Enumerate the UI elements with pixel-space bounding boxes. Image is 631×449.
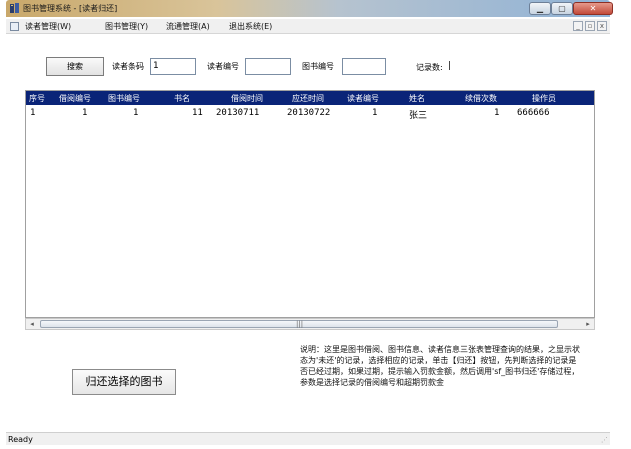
status-bar: Ready ⋰ <box>6 432 610 445</box>
reader-barcode-input[interactable]: 1 <box>150 58 196 75</box>
column-header-due-date[interactable]: 应还时间 <box>292 93 324 104</box>
app-icon <box>10 3 19 13</box>
column-header-reader-id[interactable]: 读者编号 <box>347 93 379 104</box>
cell-operator: 666666 <box>517 108 550 118</box>
explanation-note: 说明：这里是图书借阅、图书信息、读者信息三张表管理查询的结果，之显示状态为'未还… <box>300 345 580 387</box>
grid-header: 序号 借阅编号 图书编号 书名 借阅时间 应还时间 读者编号 姓名 续借次数 操… <box>26 91 594 105</box>
mdi-close-icon[interactable]: x <box>597 21 607 31</box>
scroll-right-icon[interactable]: ▸ <box>582 319 594 329</box>
record-count-label: 记录数: <box>416 63 443 72</box>
horizontal-scrollbar[interactable]: ◂ ||| ▸ <box>25 318 595 330</box>
title-bar: 图书管理系统 - [读者归还] ▁ ▢ ✕ <box>6 0 613 17</box>
search-button[interactable]: 搜索 <box>46 57 104 76</box>
cell-book-title: 11 <box>192 108 203 118</box>
column-header-renew-count[interactable]: 续借次数 <box>465 93 497 104</box>
cell-name: 张三 <box>409 111 428 121</box>
scroll-left-icon[interactable]: ◂ <box>26 319 38 329</box>
menu-book-management[interactable]: 图书管理(Y) <box>105 21 148 32</box>
document-icon[interactable] <box>10 22 19 31</box>
mdi-restore-icon[interactable]: ▫ <box>585 21 595 31</box>
reader-id-input[interactable] <box>245 58 291 75</box>
maximize-button[interactable]: ▢ <box>551 2 573 15</box>
scrollbar-grip-icon: ||| <box>296 320 304 328</box>
menu-bar: 读者管理(W) 图书管理(Y) 流通管理(A) 退出系统(E) _ ▫ x <box>6 19 610 34</box>
column-header-borrow-date[interactable]: 借阅时间 <box>231 93 263 104</box>
menu-exit-system[interactable]: 退出系统(E) <box>229 21 272 32</box>
cell-borrow-id: 1 <box>82 108 88 118</box>
cell-reader-id: 1 <box>372 108 378 118</box>
column-header-operator[interactable]: 操作员 <box>532 93 556 104</box>
maximize-icon: ▢ <box>558 4 566 13</box>
borrow-records-grid[interactable]: 序号 借阅编号 图书编号 书名 借阅时间 应还时间 读者编号 姓名 续借次数 操… <box>25 90 595 318</box>
minimize-button[interactable]: ▁ <box>529 2 551 15</box>
column-header-serial[interactable]: 序号 <box>29 93 45 104</box>
column-header-book-id[interactable]: 图书编号 <box>108 93 140 104</box>
resize-grip-icon[interactable]: ⋰ <box>601 436 608 444</box>
menu-circulation-management[interactable]: 流通管理(A) <box>166 21 210 32</box>
status-text: Ready <box>8 435 33 444</box>
cell-book-id: 1 <box>133 108 139 118</box>
reader-barcode-label: 读者条码 <box>112 62 144 71</box>
cell-serial: 1 <box>30 108 36 118</box>
close-button[interactable]: ✕ <box>573 2 613 15</box>
book-id-label: 图书编号 <box>302 62 334 71</box>
reader-id-label: 读者编号 <box>207 62 239 71</box>
menu-reader-management[interactable]: 读者管理(W) <box>25 21 71 32</box>
scrollbar-thumb[interactable]: ||| <box>40 320 558 328</box>
cell-borrow-date: 20130711 <box>216 108 260 118</box>
cell-renew-count: 1 <box>494 108 500 118</box>
book-id-input[interactable] <box>342 58 386 75</box>
return-selected-books-button[interactable]: 归还选择的图书 <box>72 369 176 395</box>
minimize-icon: ▁ <box>536 4 544 13</box>
column-header-name[interactable]: 姓名 <box>409 93 425 104</box>
cell-due-date: 20130722 <box>287 108 331 118</box>
record-count-value: | <box>448 61 452 71</box>
column-header-borrow-id[interactable]: 借阅编号 <box>59 93 91 104</box>
close-icon: ✕ <box>589 4 597 13</box>
column-header-book-title[interactable]: 书名 <box>174 93 190 104</box>
mdi-minimize-icon[interactable]: _ <box>573 21 583 31</box>
window-title: 图书管理系统 - [读者归还] <box>23 4 118 13</box>
